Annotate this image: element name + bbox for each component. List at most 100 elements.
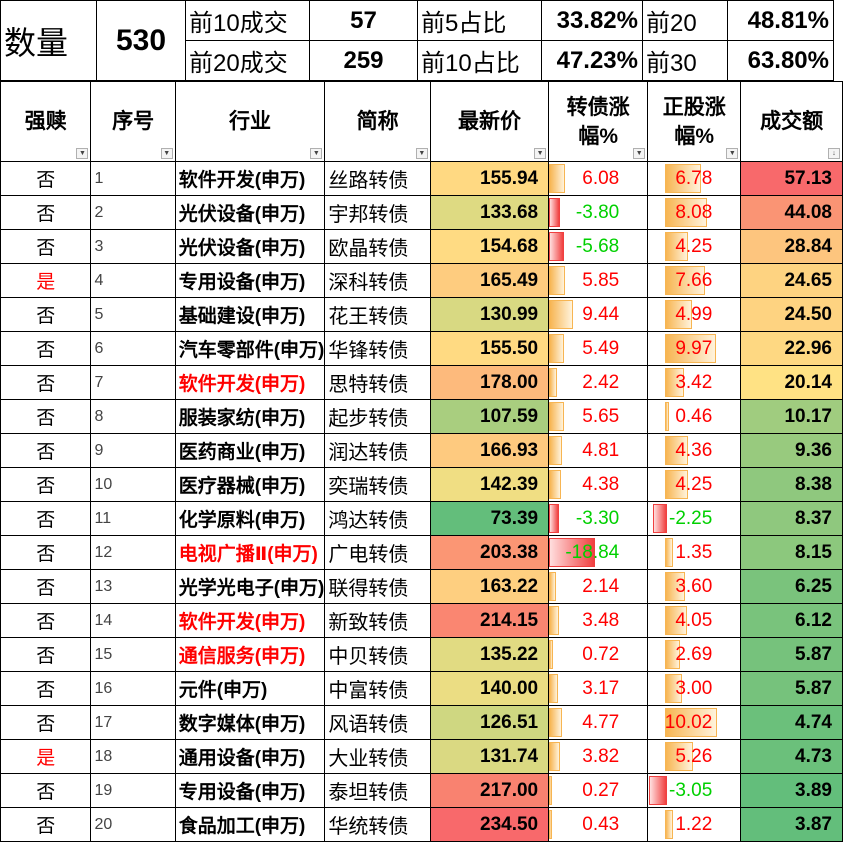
bond-name-cell[interactable]: 新致转债 xyxy=(324,603,431,638)
price-cell[interactable]: 178.00 xyxy=(429,365,550,400)
industry-cell[interactable]: 医疗器械(申万) xyxy=(174,467,326,502)
bond-name-cell[interactable]: 华统转债 xyxy=(324,807,431,842)
bond-name-cell[interactable]: 润达转债 xyxy=(324,433,431,468)
amount-cell[interactable]: 57.13 xyxy=(740,161,843,196)
seq-cell[interactable]: 15 xyxy=(90,637,176,672)
stock-change-cell[interactable]: 9.97 xyxy=(647,331,742,366)
sort-descending-icon[interactable]: ↓ xyxy=(828,148,840,159)
bond-name-cell[interactable]: 丝路转债 xyxy=(324,161,431,196)
amount-cell[interactable]: 5.87 xyxy=(740,671,843,706)
price-cell[interactable]: 133.68 xyxy=(429,195,550,230)
bond-name-cell[interactable]: 思特转债 xyxy=(324,365,431,400)
redeem-cell[interactable]: 否 xyxy=(0,501,92,536)
stock-change-cell[interactable]: 3.00 xyxy=(647,671,742,706)
stock-change-cell[interactable]: 1.22 xyxy=(647,807,742,842)
price-cell[interactable]: 217.00 xyxy=(429,773,550,808)
col-header-bond-change[interactable]: 转债涨 幅% ▼ xyxy=(548,81,649,162)
bond-name-cell[interactable]: 宇邦转债 xyxy=(324,195,431,230)
seq-cell[interactable]: 1 xyxy=(90,161,176,196)
industry-cell[interactable]: 化学原料(申万) xyxy=(174,501,326,536)
price-cell[interactable]: 140.00 xyxy=(429,671,550,706)
industry-cell[interactable]: 元件(申万) xyxy=(174,671,326,706)
redeem-cell[interactable]: 否 xyxy=(0,365,92,400)
industry-cell[interactable]: 数字媒体(申万) xyxy=(174,705,326,740)
seq-cell[interactable]: 9 xyxy=(90,433,176,468)
industry-cell[interactable]: 光学光电子(申万) xyxy=(174,569,326,604)
industry-cell[interactable]: 电视广播Ⅱ(申万) xyxy=(174,535,326,570)
seq-cell[interactable]: 20 xyxy=(90,807,176,842)
filter-dropdown-icon[interactable]: ▼ xyxy=(415,148,428,159)
price-cell[interactable]: 154.68 xyxy=(429,229,550,264)
redeem-cell[interactable]: 否 xyxy=(0,161,92,196)
stock-change-cell[interactable]: 2.69 xyxy=(647,637,742,672)
bond-change-cell[interactable]: 0.43 xyxy=(548,807,649,842)
amount-cell[interactable]: 8.37 xyxy=(740,501,843,536)
redeem-cell[interactable]: 否 xyxy=(0,229,92,264)
bond-name-cell[interactable]: 花王转债 xyxy=(324,297,431,332)
price-cell[interactable]: 166.93 xyxy=(429,433,550,468)
price-cell[interactable]: 107.59 xyxy=(429,399,550,434)
price-cell[interactable]: 214.15 xyxy=(429,603,550,638)
bond-name-cell[interactable]: 中富转债 xyxy=(324,671,431,706)
bond-name-cell[interactable]: 奕瑞转债 xyxy=(324,467,431,502)
bond-change-cell[interactable]: 6.08 xyxy=(548,161,649,196)
filter-dropdown-icon[interactable]: ▼ xyxy=(76,148,89,159)
bond-name-cell[interactable]: 欧晶转债 xyxy=(324,229,431,264)
redeem-cell[interactable]: 否 xyxy=(0,603,92,638)
amount-cell[interactable]: 6.12 xyxy=(740,603,843,638)
bond-name-cell[interactable]: 华锋转债 xyxy=(324,331,431,366)
bond-name-cell[interactable]: 起步转债 xyxy=(324,399,431,434)
stock-change-cell[interactable]: 8.08 xyxy=(647,195,742,230)
amount-cell[interactable]: 3.87 xyxy=(740,807,843,842)
bond-change-cell[interactable]: 0.27 xyxy=(548,773,649,808)
redeem-cell[interactable]: 否 xyxy=(0,467,92,502)
col-header-seq[interactable]: 序号 ▼ xyxy=(90,81,176,162)
count-value[interactable]: 530 xyxy=(96,0,186,81)
industry-cell[interactable]: 通信服务(申万) xyxy=(174,637,326,672)
bond-change-cell[interactable]: 3.48 xyxy=(548,603,649,638)
col-header-stock-change[interactable]: 正股涨 幅% ▼ xyxy=(647,81,742,162)
industry-cell[interactable]: 医药商业(申万) xyxy=(174,433,326,468)
price-cell[interactable]: 73.39 xyxy=(429,501,550,536)
top10-volume-label[interactable]: 前10成交 xyxy=(185,0,310,41)
top5-share-value[interactable]: 33.82% xyxy=(541,0,643,41)
stock-change-cell[interactable]: 4.36 xyxy=(647,433,742,468)
amount-cell[interactable]: 3.89 xyxy=(740,773,843,808)
price-cell[interactable]: 234.50 xyxy=(429,807,550,842)
redeem-cell[interactable]: 否 xyxy=(0,399,92,434)
redeem-cell[interactable]: 是 xyxy=(0,739,92,774)
redeem-cell[interactable]: 否 xyxy=(0,195,92,230)
industry-cell[interactable]: 软件开发(申万) xyxy=(174,161,326,196)
col-header-price[interactable]: 最新价 ▼ xyxy=(429,81,550,162)
seq-cell[interactable]: 11 xyxy=(90,501,176,536)
amount-cell[interactable]: 4.73 xyxy=(740,739,843,774)
stock-change-cell[interactable]: -2.25 xyxy=(647,501,742,536)
top10-volume-value[interactable]: 57 xyxy=(309,0,418,41)
price-cell[interactable]: 163.22 xyxy=(429,569,550,604)
filter-dropdown-icon[interactable]: ▼ xyxy=(310,148,323,159)
stock-change-cell[interactable]: 3.60 xyxy=(647,569,742,604)
bond-name-cell[interactable]: 中贝转债 xyxy=(324,637,431,672)
amount-cell[interactable]: 28.84 xyxy=(740,229,843,264)
top30-value[interactable]: 63.80% xyxy=(727,40,834,81)
stock-change-cell[interactable]: 0.46 xyxy=(647,399,742,434)
redeem-cell[interactable]: 否 xyxy=(0,331,92,366)
amount-cell[interactable]: 5.87 xyxy=(740,637,843,672)
redeem-cell[interactable]: 否 xyxy=(0,671,92,706)
bond-change-cell[interactable]: 3.17 xyxy=(548,671,649,706)
redeem-cell[interactable]: 是 xyxy=(0,263,92,298)
top20-label[interactable]: 前20 xyxy=(642,0,728,41)
seq-cell[interactable]: 14 xyxy=(90,603,176,638)
seq-cell[interactable]: 5 xyxy=(90,297,176,332)
stock-change-cell[interactable]: 7.66 xyxy=(647,263,742,298)
seq-cell[interactable]: 7 xyxy=(90,365,176,400)
industry-cell[interactable]: 软件开发(申万) xyxy=(174,603,326,638)
industry-cell[interactable]: 汽车零部件(申万) xyxy=(174,331,326,366)
top20-volume-label[interactable]: 前20成交 xyxy=(185,40,310,81)
redeem-cell[interactable]: 否 xyxy=(0,535,92,570)
amount-cell[interactable]: 8.15 xyxy=(740,535,843,570)
bond-change-cell[interactable]: -5.68 xyxy=(548,229,649,264)
price-cell[interactable]: 131.74 xyxy=(429,739,550,774)
bond-change-cell[interactable]: 2.14 xyxy=(548,569,649,604)
stock-change-cell[interactable]: 4.25 xyxy=(647,467,742,502)
